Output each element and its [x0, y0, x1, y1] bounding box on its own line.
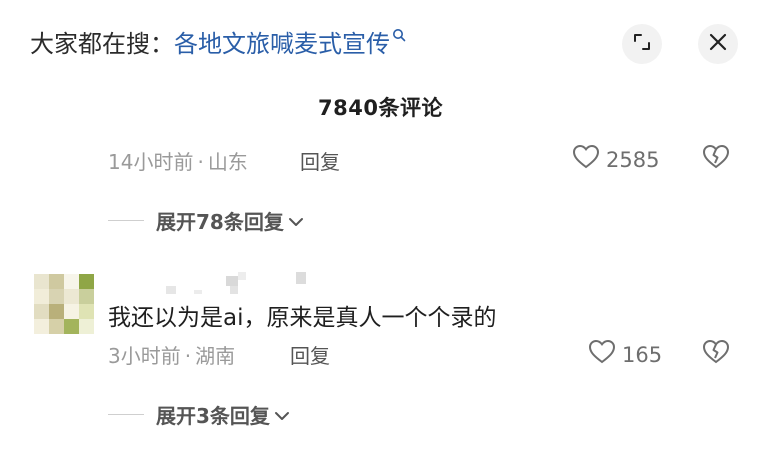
meta-separator: ·	[197, 150, 204, 174]
meta-separator: ·	[184, 344, 192, 368]
chevron-down-icon	[274, 403, 290, 427]
dislike-button[interactable]	[702, 144, 730, 174]
dislike-button[interactable]	[702, 339, 730, 369]
trending-search-prefix: 大家都在搜：	[30, 30, 174, 58]
comment-location: 山东	[207, 150, 248, 174]
expand-icon	[632, 32, 652, 56]
heart-icon	[572, 144, 606, 175]
divider	[108, 414, 144, 415]
comment-count: 7840条评论	[318, 96, 443, 120]
close-button[interactable]	[698, 24, 738, 64]
expand-replies-button[interactable]: 展开78条回复	[108, 206, 304, 235]
expand-replies-label: 展开3条回复	[156, 404, 270, 428]
comments-panel: 大家都在搜：各地文旅喊麦式宣传 7840条评论 14小时前 · 山东 回复 25…	[0, 0, 761, 456]
close-icon	[708, 32, 728, 56]
expand-replies-button[interactable]: 展开3条回复	[108, 400, 290, 429]
like-count: 165	[622, 342, 663, 367]
reply-button[interactable]: 回复	[290, 340, 330, 369]
reply-button[interactable]: 回复	[300, 146, 340, 175]
trending-search-query[interactable]: 各地文旅喊麦式宣传	[174, 30, 390, 58]
like-button[interactable]: 2585	[572, 144, 659, 175]
heart-icon	[588, 339, 622, 370]
like-button[interactable]: 165	[588, 339, 662, 370]
search-icon	[392, 18, 406, 42]
trending-search-hint[interactable]: 大家都在搜：各地文旅喊麦式宣传	[30, 28, 406, 60]
comment-location: 湖南	[195, 344, 236, 368]
comment-meta: 3小时前 · 湖南	[108, 340, 235, 369]
like-count: 2585	[606, 147, 660, 172]
chevron-down-icon	[288, 209, 304, 233]
comment-time: 14小时前	[108, 150, 194, 174]
avatar[interactable]	[34, 274, 94, 334]
comment-meta: 14小时前 · 山东	[108, 146, 248, 175]
username[interactable]	[140, 270, 320, 294]
broken-heart-icon	[702, 144, 730, 174]
comment-time: 3小时前	[108, 344, 181, 368]
expand-button[interactable]	[622, 24, 662, 64]
comment-text: 我还以为是ai，原来是真人一个个录的	[108, 305, 497, 331]
expand-replies-label: 展开78条回复	[156, 210, 284, 234]
divider	[108, 220, 144, 221]
broken-heart-icon	[702, 339, 730, 369]
